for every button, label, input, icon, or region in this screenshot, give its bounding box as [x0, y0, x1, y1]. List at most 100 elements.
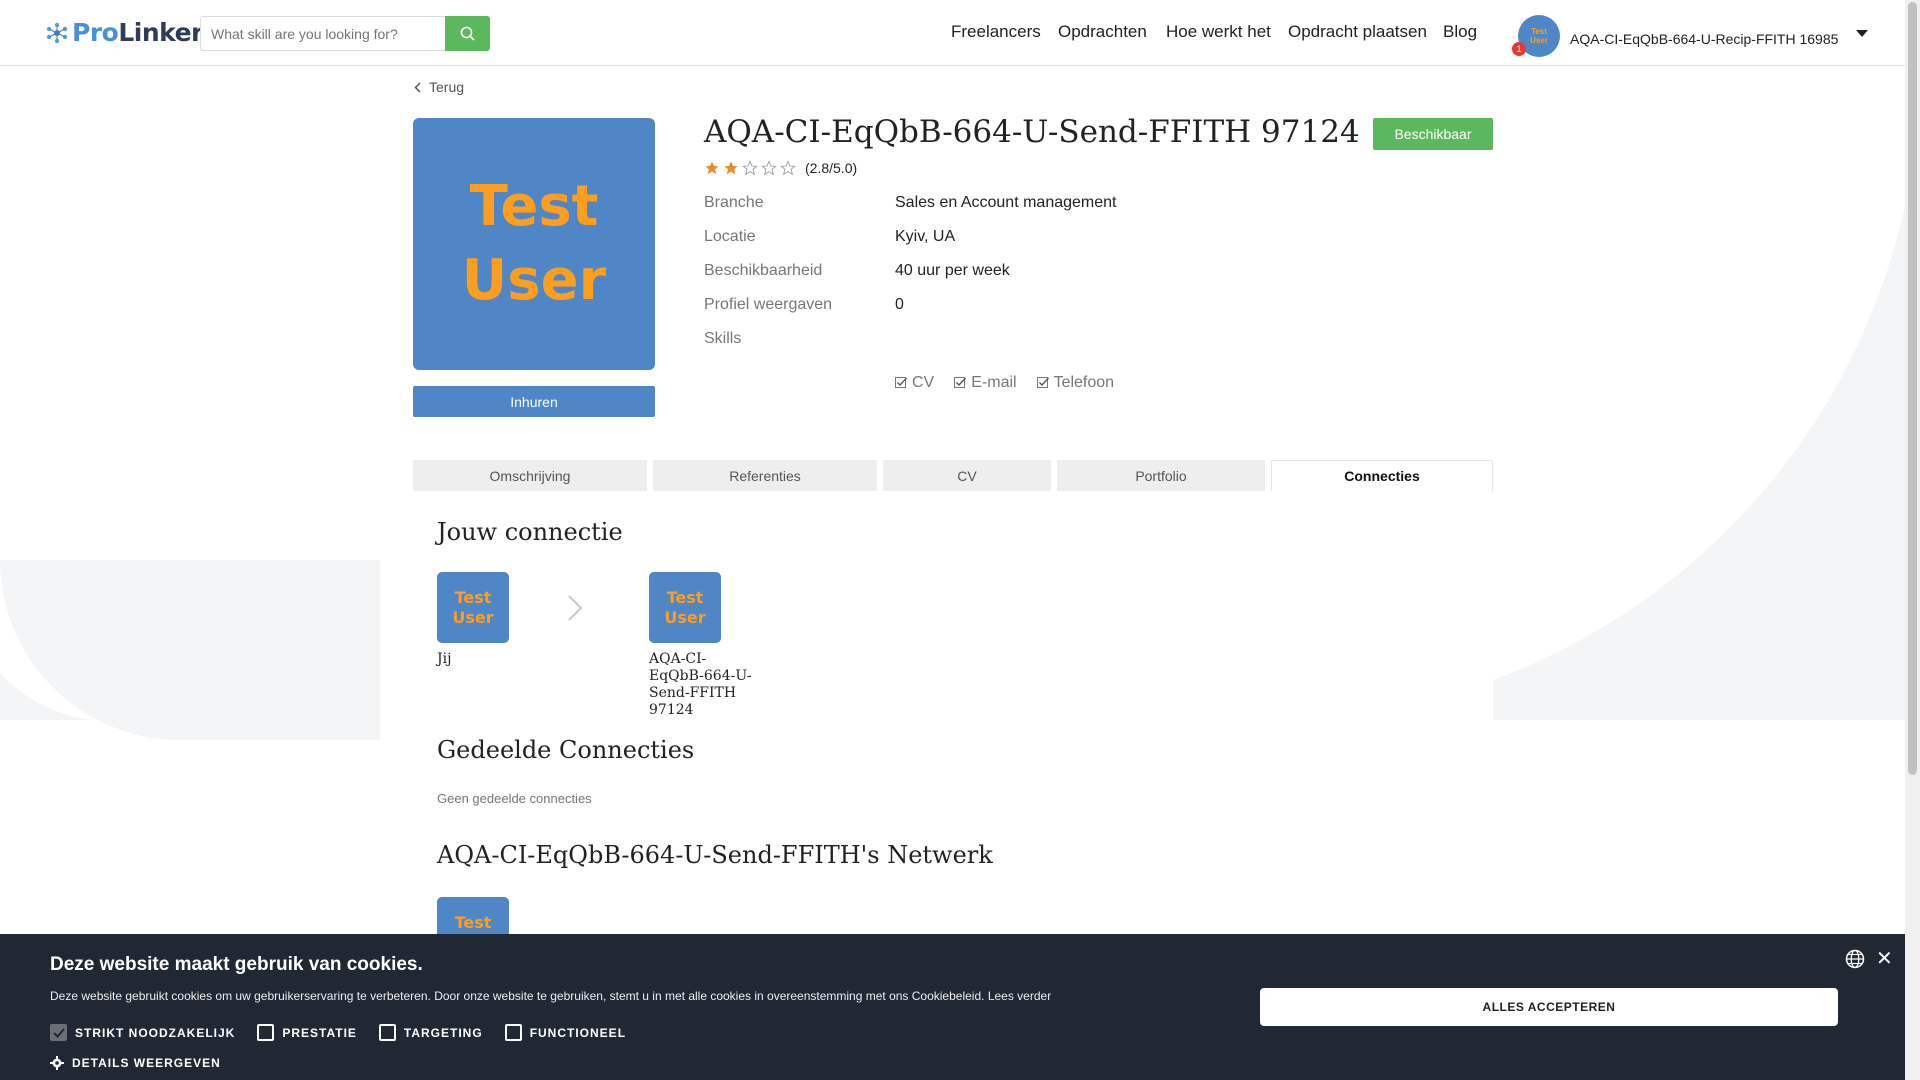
prolinker-logo[interactable]: ProLinker: [46, 18, 203, 47]
shared-connections-empty: Geen gedeelde connecties: [437, 791, 592, 806]
search-button[interactable]: [445, 16, 490, 51]
connection-avatar[interactable]: Test User: [649, 572, 721, 643]
info-key: Profiel weergaven: [704, 296, 833, 313]
notification-badge[interactable]: 1: [1512, 42, 1526, 56]
globe-icon[interactable]: [1845, 949, 1865, 969]
checkbox[interactable]: [378, 1024, 396, 1041]
nav-blog[interactable]: Blog: [1443, 22, 1477, 42]
check-cv: CV: [895, 374, 934, 392]
cookie-option-label: FUNCTIONEEL: [529, 1025, 627, 1040]
info-value: Kyiv, UA: [895, 228, 956, 245]
info-key: Locatie: [704, 228, 756, 245]
scrollbar[interactable]: [1905, 0, 1920, 1080]
check-telefoon: Telefoon: [1036, 374, 1114, 392]
cookie-option-performance[interactable]: PRESTATIE: [257, 1024, 357, 1041]
your-avatar[interactable]: Test User: [437, 572, 509, 643]
info-value: 40 uur per week: [895, 262, 1010, 279]
search-bar: [200, 16, 490, 51]
availability-badge[interactable]: Beschikbaar: [1373, 118, 1493, 150]
gear-icon: [50, 1056, 64, 1070]
hire-button[interactable]: Inhuren: [413, 386, 655, 417]
tab-omschrijving[interactable]: Omschrijving: [413, 460, 647, 491]
tab-portfolio[interactable]: Portfolio: [1057, 460, 1265, 491]
avatar-text-1: Test: [454, 587, 492, 607]
your-label: Jij: [437, 651, 452, 667]
user-menu[interactable]: Test User 1 AQA-CI-EqQbB-664-U-Recip-FFI…: [1512, 15, 1869, 57]
cookie-text: Deze website gebruikt cookies om uw gebr…: [50, 989, 1051, 1003]
profile-name: AQA-CI-EqQbB-664-U-Send-FFITH 97124: [704, 114, 1360, 150]
star-filled-icon: [724, 161, 738, 175]
profile-page: Terug Test User Inhuren AQA-CI-EqQbB-664…: [0, 0, 1905, 1080]
close-icon[interactable]: ✕: [1876, 946, 1893, 971]
checkbox-icon: [954, 376, 967, 388]
info-key: Branche: [704, 194, 764, 211]
search-input[interactable]: [200, 16, 445, 51]
checkbox-icon: [895, 376, 908, 388]
star-empty-icon: [761, 160, 777, 176]
checkbox[interactable]: [257, 1024, 275, 1041]
profile-image-text-2: User: [461, 248, 607, 313]
checkbox[interactable]: [504, 1024, 522, 1041]
cookie-option-strictly-necessary[interactable]: STRIKT NOODZAKELIJK: [50, 1024, 235, 1041]
network-title: AQA-CI-EqQbB-664-U-Send-FFITH's Netwerk: [437, 841, 993, 869]
logo-text: ProLinker: [72, 18, 203, 47]
cookie-option-functional[interactable]: FUNCTIONEEL: [504, 1024, 627, 1041]
star-empty-icon: [780, 160, 796, 176]
rating: (2.8/5.0): [704, 160, 857, 176]
top-header: ProLinker Freelancers Opdrachten Hoe wer…: [0, 0, 1905, 66]
search-icon: [460, 26, 475, 41]
rating-text: (2.8/5.0): [805, 160, 858, 176]
cookie-banner: Deze website maakt gebruik van cookies. …: [0, 934, 1905, 1080]
your-connection-title: Jouw connectie: [437, 518, 623, 546]
nav-opdracht-plaatsen[interactable]: Opdracht plaatsen: [1288, 22, 1427, 42]
avatar-text-2: User: [1530, 36, 1548, 45]
avatar-text-2: User: [452, 607, 494, 627]
connection-label[interactable]: AQA-CI-EqQbB-664-U-Send-FFITH 97124: [649, 651, 759, 719]
cookie-option-label: PRESTATIE: [282, 1025, 357, 1040]
rating-stars: [704, 160, 796, 176]
info-key: Skills: [704, 330, 742, 347]
chevron-right-icon: [568, 595, 583, 621]
back-link[interactable]: Terug: [414, 79, 464, 95]
check-email: E-mail: [954, 374, 1017, 392]
tab-cv[interactable]: CV: [883, 460, 1051, 491]
cookie-read-more-link[interactable]: Lees verder: [988, 989, 1051, 1003]
avatar-text-1: Test: [666, 587, 704, 607]
user-name[interactable]: AQA-CI-EqQbB-664-U-Recip-FFITH 16985: [1570, 31, 1838, 47]
tab-connecties[interactable]: Connecties: [1271, 460, 1493, 491]
profile-tabs: Omschrijving Referenties CV Portfolio Co…: [413, 460, 1493, 491]
shared-connections-title: Gedeelde Connecties: [437, 736, 695, 764]
star-filled-icon: [705, 161, 719, 175]
avatar-text-2: User: [664, 607, 706, 627]
nav-hoe-werkt-het[interactable]: Hoe werkt het: [1166, 22, 1271, 42]
accept-all-button[interactable]: ALLES ACCEPTEREN: [1260, 988, 1838, 1026]
cookie-title: Deze website maakt gebruik van cookies.: [50, 954, 423, 975]
logo-pro: Pro: [72, 18, 119, 47]
nav-freelancers[interactable]: Freelancers: [951, 22, 1041, 42]
star-empty-icon: [742, 160, 758, 176]
logo-linker: Linker: [118, 18, 203, 47]
info-key: Beschikbaarheid: [704, 262, 823, 279]
tab-referenties[interactable]: Referenties: [653, 460, 877, 491]
verification-checks: CV E-mail Telefoon: [895, 374, 1114, 392]
chevron-left-icon: [414, 81, 421, 93]
cookie-option-label: STRIKT NOODZAKELIJK: [75, 1025, 236, 1040]
profile-image-text-1: Test: [469, 174, 599, 239]
info-value: Sales en Account management: [895, 194, 1117, 211]
show-details-button[interactable]: DETAILS WEERGEVEN: [50, 1056, 221, 1070]
cookie-option-targeting[interactable]: TARGETING: [378, 1024, 483, 1041]
back-label: Terug: [429, 79, 465, 95]
logo-icon: [46, 22, 68, 44]
nav-opdrachten[interactable]: Opdrachten: [1058, 22, 1147, 42]
cookie-options: STRIKT NOODZAKELIJK PRESTATIE TARGETING …: [50, 1024, 626, 1041]
check-label: CV: [912, 374, 935, 391]
chevron-down-icon[interactable]: [1856, 29, 1869, 37]
profile-image: Test User: [413, 118, 655, 370]
cookie-option-label: TARGETING: [403, 1025, 483, 1040]
scrollbar-thumb[interactable]: [1908, 2, 1917, 775]
avatar-text-1: Test: [454, 912, 492, 932]
check-icon: [52, 1027, 65, 1038]
check-label: E-mail: [971, 374, 1017, 391]
avatar-text-1: Test: [1531, 27, 1547, 36]
checkbox[interactable]: [50, 1024, 67, 1041]
